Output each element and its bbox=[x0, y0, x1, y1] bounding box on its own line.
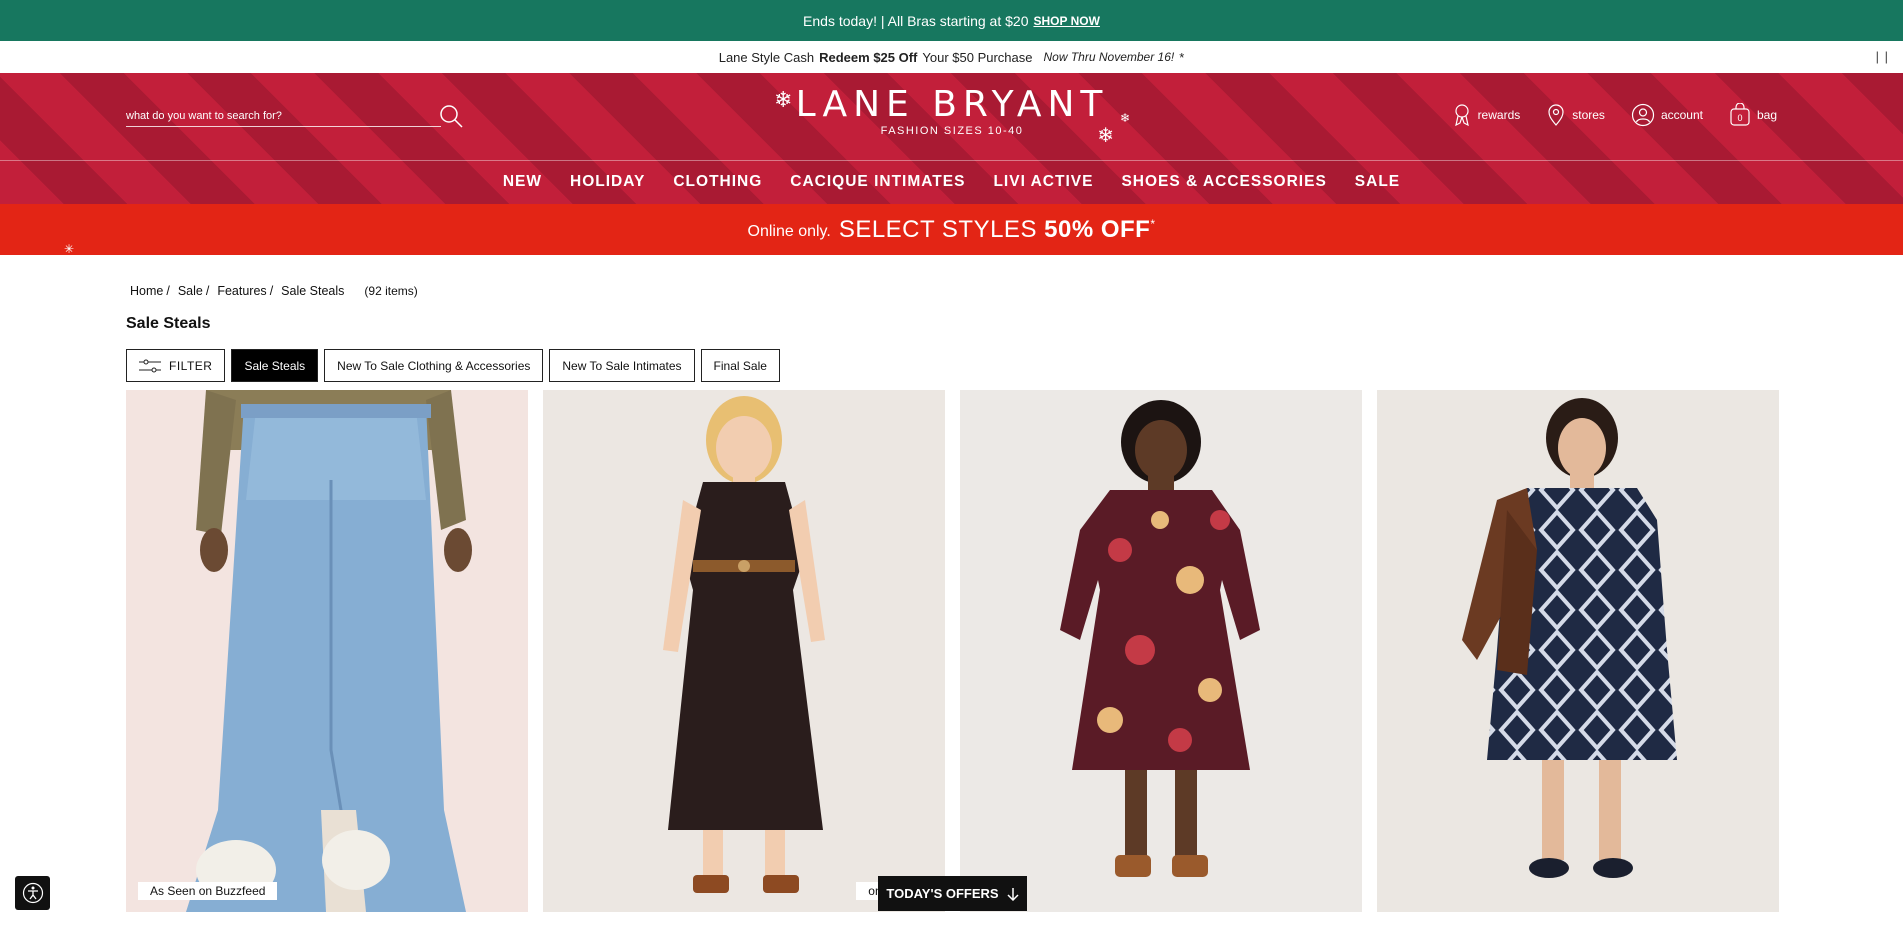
bag-link[interactable]: 0 bag bbox=[1729, 103, 1777, 127]
breadcrumb-home[interactable]: Home bbox=[130, 284, 163, 298]
chip-sale-steals[interactable]: Sale Steals bbox=[231, 349, 319, 382]
product-grid: As Seen on Buzzfeed on Buzzfeed bbox=[126, 390, 1779, 912]
main-nav: NEW HOLIDAY CLOTHING CACIQUE INTIMATES L… bbox=[0, 173, 1903, 191]
snowflake-icon: ❄ bbox=[1119, 111, 1130, 125]
nav-clothing[interactable]: CLOTHING bbox=[673, 173, 762, 191]
nav-holiday[interactable]: HOLIDAY bbox=[570, 173, 645, 191]
arrow-down-icon bbox=[1007, 887, 1019, 901]
sale-banner-online: Online only. bbox=[747, 222, 831, 240]
product-card[interactable]: As Seen on Buzzfeed bbox=[126, 390, 528, 912]
location-pin-icon bbox=[1548, 104, 1564, 126]
chip-new-to-sale-intimates[interactable]: New To Sale Intimates bbox=[549, 349, 695, 382]
style-cash-banner: Lane Style Cash Redeem $25 Off Your $50 … bbox=[0, 41, 1903, 73]
nav-sale[interactable]: SALE bbox=[1355, 173, 1400, 191]
brand-logo[interactable]: ❄ LANE BRYANT FASHION SIZES 10-40 ❄ ❄ bbox=[770, 83, 1134, 153]
product-card[interactable] bbox=[1377, 390, 1779, 912]
user-icon bbox=[1631, 103, 1655, 127]
promo-banner: Ends today! | All Bras starting at $20 S… bbox=[0, 0, 1903, 41]
cash-asterisk[interactable]: * bbox=[1179, 50, 1184, 65]
filter-bar: FILTER Sale Steals New To Sale Clothing … bbox=[126, 349, 780, 382]
search-icon[interactable] bbox=[438, 103, 466, 131]
breadcrumb-features[interactable]: Features bbox=[217, 284, 266, 298]
accessibility-icon bbox=[22, 882, 43, 904]
site-header: ❄ LANE BRYANT FASHION SIZES 10-40 ❄ ❄ re… bbox=[0, 73, 1903, 204]
chip-final-sale[interactable]: Final Sale bbox=[700, 349, 780, 382]
chip-new-to-sale-clothing[interactable]: New To Sale Clothing & Accessories bbox=[324, 349, 544, 382]
filter-label: FILTER bbox=[169, 358, 213, 373]
cash-prefix: Lane Style Cash bbox=[718, 49, 815, 65]
bag-label: bag bbox=[1756, 108, 1777, 122]
promo-shop-now-link[interactable]: SHOP NOW bbox=[1033, 14, 1099, 28]
cash-dates: Now Thru November 16! bbox=[1043, 50, 1175, 64]
page-title: Sale Steals bbox=[126, 315, 211, 332]
cash-purchase: Your $50 Purchase bbox=[922, 49, 1033, 65]
breadcrumb-sale-steals[interactable]: Sale Steals bbox=[281, 284, 344, 298]
sliders-icon bbox=[139, 359, 161, 372]
stores-link[interactable]: stores bbox=[1546, 103, 1605, 127]
search-field-wrapper bbox=[126, 103, 441, 127]
product-card[interactable] bbox=[960, 390, 1362, 912]
rewards-link[interactable]: rewards bbox=[1452, 103, 1521, 127]
promo-text: Ends today! | All Bras starting at $20 bbox=[803, 12, 1029, 29]
product-badge: As Seen on Buzzfeed bbox=[138, 882, 278, 900]
filter-button[interactable]: FILTER bbox=[126, 349, 226, 382]
rewards-label: rewards bbox=[1477, 108, 1521, 122]
todays-offers-button[interactable]: TODAY'S OFFERS bbox=[878, 876, 1027, 911]
sale-banner[interactable]: Online only. SELECT STYLES 50% OFF* ✳ bbox=[0, 204, 1903, 256]
shopping-bag-icon: 0 bbox=[1730, 103, 1750, 126]
breadcrumb-sale[interactable]: Sale bbox=[178, 284, 203, 298]
item-count: (92 items) bbox=[364, 284, 418, 298]
todays-offers-label: TODAY'S OFFERS bbox=[886, 886, 999, 901]
product-image-denim-skirt bbox=[126, 390, 528, 912]
product-image-navy-geo-dress bbox=[1377, 390, 1779, 912]
nav-new[interactable]: NEW bbox=[503, 173, 542, 191]
breadcrumb: Home / Sale / Features / Sale Steals (92 it… bbox=[130, 284, 418, 298]
cash-redeem: Redeem $25 Off bbox=[819, 49, 918, 65]
snowflake-icon: ✳ bbox=[64, 242, 75, 256]
header-utilities: rewards stores account 0 bag bbox=[1452, 103, 1777, 127]
account-link[interactable]: account bbox=[1631, 103, 1703, 127]
nav-cacique-intimates[interactable]: CACIQUE INTIMATES bbox=[790, 173, 965, 191]
account-label: account bbox=[1660, 108, 1703, 122]
product-card[interactable]: on Buzzfeed bbox=[543, 390, 945, 912]
header-divider bbox=[0, 160, 1903, 161]
product-image-floral-dress bbox=[960, 390, 1362, 912]
accessibility-button[interactable] bbox=[15, 876, 50, 910]
banner-pause-button[interactable]: | | bbox=[1876, 49, 1889, 64]
nav-livi-active[interactable]: LIVI ACTIVE bbox=[993, 173, 1093, 191]
nav-shoes-accessories[interactable]: SHOES & ACCESSORIES bbox=[1121, 173, 1326, 191]
logo-name: LANE BRYANT bbox=[795, 84, 1109, 125]
snowflake-icon: ❄ bbox=[1097, 125, 1114, 147]
product-image-black-dot-dress bbox=[543, 390, 945, 912]
sale-banner-headline: SELECT STYLES 50% OFF* bbox=[838, 215, 1156, 243]
bag-count: 0 bbox=[1737, 113, 1742, 123]
stores-label: stores bbox=[1572, 108, 1605, 122]
snowflake-icon: ❄ bbox=[774, 87, 793, 112]
search-input[interactable] bbox=[126, 110, 441, 126]
rewards-icon bbox=[1454, 104, 1469, 127]
